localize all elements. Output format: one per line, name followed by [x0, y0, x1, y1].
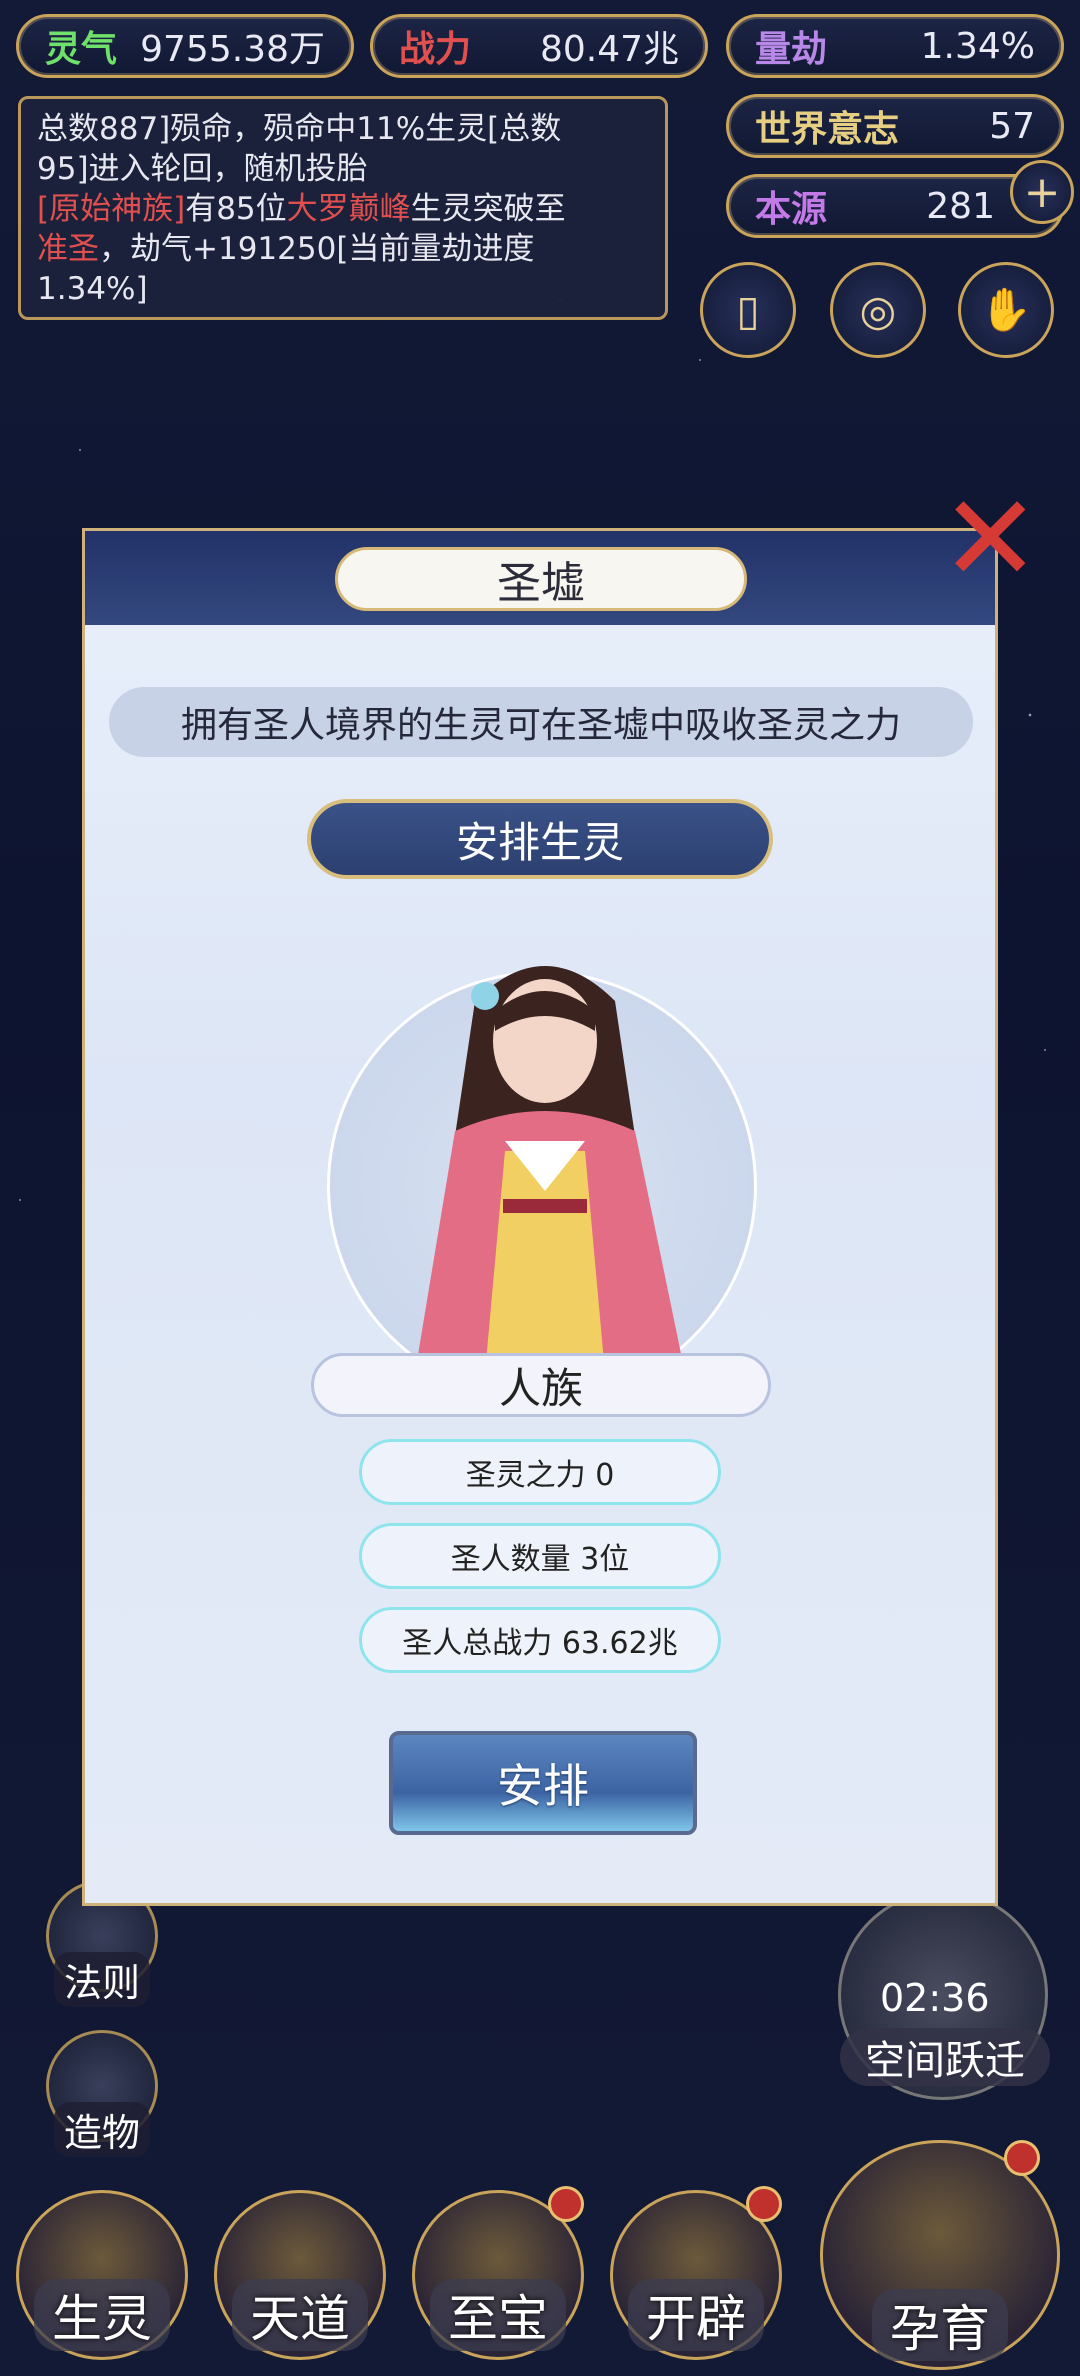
vortex-icon[interactable]: ◎	[830, 262, 926, 358]
nav-label: 天道	[232, 2279, 368, 2351]
nav-label: 生灵	[34, 2279, 170, 2351]
side-item-label: 法则	[53, 1952, 150, 2007]
notification-dot	[548, 2186, 584, 2222]
zhanli-value: 80.47兆	[539, 29, 679, 70]
sacred-ruins-dialog: 圣墟 拥有圣人境界的生灵可在圣墟中吸收圣灵之力 安排生灵 人族 圣灵之力 0 圣…	[82, 528, 998, 1906]
close-icon[interactable]: ✕	[940, 480, 1041, 600]
shijie-stat[interactable]: 世界意志 57	[726, 94, 1064, 158]
arrange-creature-banner: 安排生灵	[307, 799, 773, 879]
log-line: 总数887]殒命，殒命中11%生灵[总数	[37, 111, 562, 147]
liangjie-value: 1.34%	[920, 25, 1035, 67]
notification-dot	[746, 2186, 782, 2222]
nav-label: 孕育	[872, 2289, 1008, 2361]
log-line: 准圣，劫气+191250[当前量劫进度	[37, 231, 535, 267]
race-name: 人族	[498, 1363, 583, 1413]
countdown-timer: 02:36	[880, 1976, 990, 2020]
saint-count-stat: 圣人数量 3位	[359, 1523, 721, 1589]
lingqi-stat: 灵气 9755.38万	[16, 14, 354, 78]
lingqi-value: 9755.38万	[140, 29, 325, 70]
log-line: [原始神族]有85位大罗巅峰生灵突破至	[37, 191, 566, 227]
nav-label: 开辟	[628, 2279, 764, 2351]
nav-label: 至宝	[430, 2279, 566, 2351]
sacred-power-stat: 圣灵之力 0	[359, 1439, 721, 1505]
zhanli-stat: 战力 80.47兆	[370, 14, 708, 78]
liangjie-label: 量劫	[755, 28, 828, 70]
lingqi-label: 灵气	[45, 28, 118, 70]
space-jump-label[interactable]: 空间跃迁	[840, 2028, 1050, 2086]
side-item-label: 造物	[53, 2102, 150, 2157]
arrange-button[interactable]: 安排	[389, 1731, 697, 1835]
nav-creatures[interactable]: 生灵	[16, 2190, 188, 2360]
card-icon[interactable]: ▯	[700, 262, 796, 358]
notification-dot	[1004, 2140, 1040, 2176]
benyuan-label: 本源	[755, 188, 828, 230]
nav-heaven[interactable]: 天道	[214, 2190, 386, 2360]
shijie-value: 57	[989, 105, 1035, 147]
race-selector[interactable]: 人族	[311, 1353, 771, 1417]
log-line: 95]进入轮回，随机投胎	[37, 151, 368, 187]
plus-icon: +	[1023, 166, 1061, 218]
zhanli-label: 战力	[399, 28, 472, 70]
dialog-description: 拥有圣人境界的生灵可在圣墟中吸收圣灵之力	[109, 687, 973, 757]
side-item-creation[interactable]: 造物	[46, 2030, 158, 2157]
saint-power-stat: 圣人总战力 63.62兆	[359, 1607, 721, 1673]
liangjie-stat: 量劫 1.34%	[726, 14, 1064, 78]
log-line: 1.34%]	[37, 271, 148, 307]
benyuan-value: 281	[926, 185, 995, 227]
event-log: 总数887]殒命，殒命中11%生灵[总数 95]进入轮回，随机投胎 [原始神族]…	[18, 96, 668, 320]
shijie-label: 世界意志	[755, 108, 900, 150]
hand-icon[interactable]: ✋	[958, 262, 1054, 358]
dialog-title: 圣墟	[335, 547, 747, 611]
add-benyuan-button[interactable]: +	[1010, 160, 1074, 224]
character-portrait[interactable]	[355, 941, 735, 1373]
